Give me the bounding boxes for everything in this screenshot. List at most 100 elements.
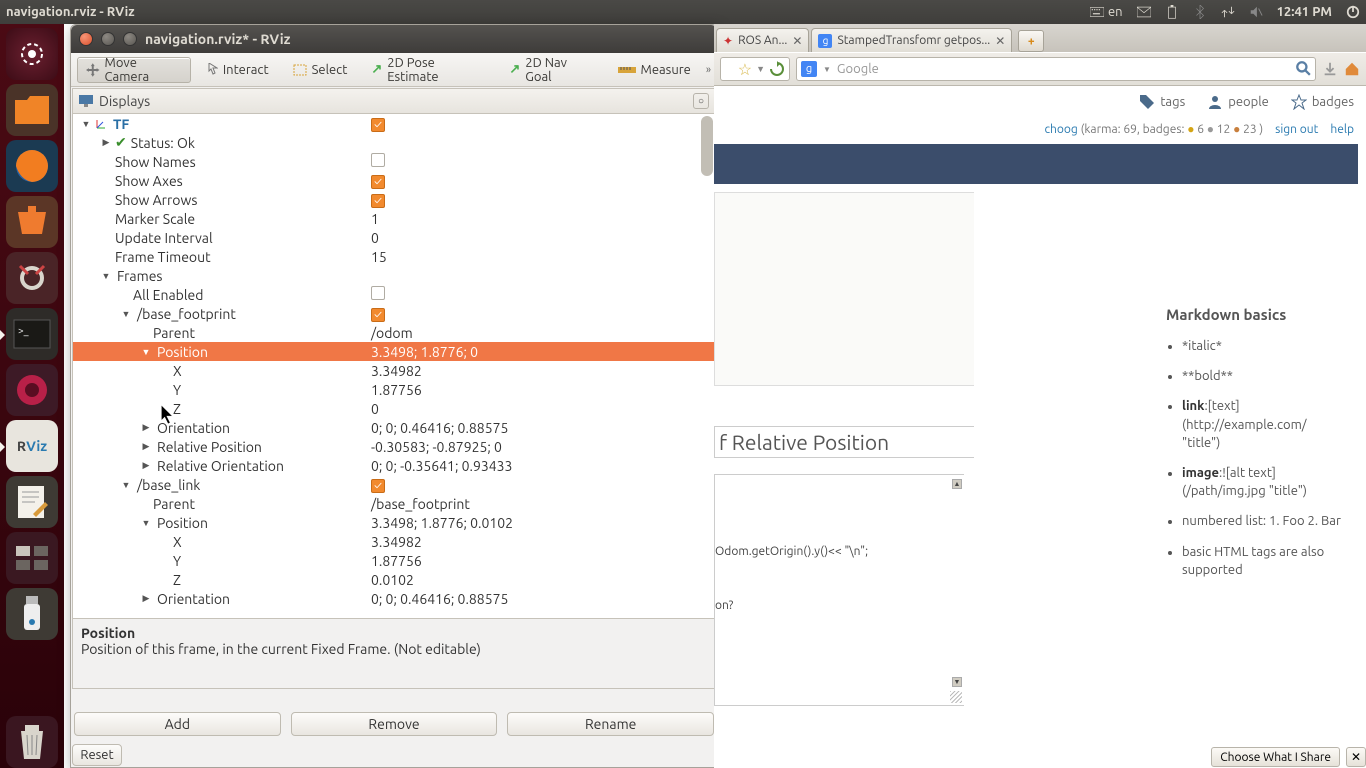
mail-indicator[interactable]	[1137, 5, 1151, 19]
signout-link[interactable]: sign out	[1275, 123, 1318, 136]
bf-relori-label: Relative Orientation	[157, 458, 284, 474]
desktop-top-bar: navigation.rviz - RViz en 12:41 PM	[0, 0, 1366, 24]
base-footprint-checkbox[interactable]	[371, 308, 385, 322]
usb-creator-icon[interactable]	[6, 588, 58, 640]
nav-goal-button[interactable]: ↗2D Nav Goal	[500, 57, 602, 83]
close-tab-icon[interactable]: ✕	[995, 34, 1005, 48]
marker-scale-value[interactable]: 1	[371, 211, 715, 227]
update-interval-value[interactable]: 0	[371, 230, 715, 246]
software-center-icon[interactable]	[6, 196, 58, 248]
search-field[interactable]: g▼ Google	[796, 57, 1316, 81]
unity-launcher: >_ RViz	[0, 24, 64, 768]
marker-scale-label: Marker Scale	[115, 211, 195, 227]
page-scrollbar[interactable]	[1352, 86, 1364, 768]
network-indicator[interactable]	[1221, 5, 1235, 19]
select-button[interactable]: Select	[284, 57, 357, 83]
displays-label: Displays	[99, 93, 150, 109]
panel-close-icon[interactable]: ○	[693, 93, 709, 109]
rviz-title: navigation.rviz* - RViz	[145, 31, 290, 47]
keyboard-indicator[interactable]: en	[1090, 5, 1123, 19]
reload-icon[interactable]	[769, 61, 785, 77]
bluetooth-indicator[interactable]	[1193, 5, 1207, 19]
close-tab-icon[interactable]: ✕	[792, 34, 802, 48]
add-button[interactable]: Add	[74, 712, 281, 736]
rviz-toolbar: Move Camera Interact Select ↗2D Pose Est…	[71, 53, 717, 87]
tree-scrollbar[interactable]	[701, 116, 713, 616]
badges-link[interactable]: badges	[1291, 94, 1354, 110]
markdown-help-sidebar: Markdown basics *italic* **bold** link:[…	[1166, 306, 1346, 591]
close-share-button[interactable]: ✕	[1346, 747, 1366, 767]
gedit-icon[interactable]	[6, 476, 58, 528]
displays-tree[interactable]: ▼TF ▶✔Status: Ok Show Names Show Axes Sh…	[72, 114, 716, 619]
base-link-checkbox[interactable]	[371, 479, 385, 493]
md-list: numbered list: 1. Foo 2. Bar	[1182, 512, 1346, 530]
base-footprint-label: /base_footprint	[137, 306, 236, 322]
sound-indicator[interactable]	[1249, 5, 1263, 19]
tab-google-search[interactable]: gStampedTransfomr getpos...✕	[811, 28, 1012, 52]
question-body-editor[interactable]: Odom.getOrigin().y()<< "\n"; on? ▲ ▼	[714, 474, 964, 706]
tab-ros-answers[interactable]: ✦ROS An...✕	[716, 28, 809, 52]
google-icon: g	[801, 61, 817, 77]
firefox-icon[interactable]	[6, 140, 58, 192]
people-link[interactable]: people	[1207, 94, 1269, 110]
toolbar-overflow-icon[interactable]: »	[706, 64, 711, 76]
cheese-icon[interactable]	[6, 364, 58, 416]
window-minimize-button[interactable]	[101, 32, 115, 46]
status-ok-icon: ✔	[115, 134, 127, 151]
question-title-input[interactable]: f Relative Position	[714, 426, 974, 458]
downloads-icon[interactable]	[1322, 61, 1338, 77]
tags-link[interactable]: tags	[1139, 94, 1185, 110]
displays-panel-header[interactable]: Displays ○	[72, 88, 716, 114]
window-maximize-button[interactable]	[123, 32, 137, 46]
rviz-titlebar[interactable]: navigation.rviz* - RViz	[71, 25, 717, 53]
resize-handle[interactable]	[950, 691, 962, 703]
new-tab-button[interactable]: +	[1018, 30, 1044, 52]
choose-share-button[interactable]: Choose What I Share	[1211, 747, 1340, 767]
show-axes-label: Show Axes	[115, 173, 183, 189]
settings-icon[interactable]	[6, 252, 58, 304]
frame-timeout-value[interactable]: 15	[371, 249, 715, 265]
rviz-icon[interactable]: RViz	[6, 420, 58, 472]
tf-checkbox[interactable]	[371, 118, 385, 132]
home-icon[interactable]	[1344, 61, 1360, 77]
content-box	[714, 192, 974, 386]
session-indicator[interactable]	[1346, 5, 1360, 19]
tab-strip: ✦ROS An...✕ gStampedTransfomr getpos...✕…	[714, 24, 1366, 52]
bf-parent-value: /odom	[371, 325, 715, 341]
pose-estimate-button[interactable]: ↗2D Pose Estimate	[362, 57, 494, 83]
frames-label: Frames	[117, 268, 163, 284]
dash-icon[interactable]	[6, 28, 58, 80]
window-close-button[interactable]	[79, 32, 93, 46]
show-arrows-label: Show Arrows	[115, 192, 197, 208]
workspace-switcher-icon[interactable]	[6, 532, 58, 584]
battery-indicator[interactable]	[1165, 5, 1179, 19]
all-enabled-checkbox[interactable]	[371, 286, 385, 300]
trash-icon[interactable]	[6, 716, 58, 768]
measure-button[interactable]: Measure	[609, 57, 700, 83]
remove-button[interactable]: Remove	[291, 712, 498, 736]
username-link[interactable]: choog	[1044, 123, 1077, 136]
show-arrows-checkbox[interactable]	[371, 194, 385, 208]
md-link: link:[text](http://example.com/ "title")	[1182, 397, 1346, 452]
status-label: Status: Ok	[131, 135, 195, 151]
help-link[interactable]: help	[1330, 123, 1354, 136]
terminal-icon[interactable]: >_	[6, 308, 58, 360]
reset-button[interactable]: Reset	[72, 744, 122, 766]
interact-button[interactable]: Interact	[197, 57, 278, 83]
clock[interactable]: 12:41 PM	[1277, 5, 1332, 19]
show-axes-checkbox[interactable]	[371, 175, 385, 189]
selected-row[interactable]: ▼Position3.3498; 1.8776; 0	[73, 342, 715, 361]
url-field[interactable]: ☆▼	[720, 57, 790, 81]
bf-z-value: 0	[371, 401, 715, 417]
editor-scrollbar[interactable]: ▲ ▼	[952, 479, 962, 687]
bl-y-value: 1.87756	[371, 553, 715, 569]
search-icon[interactable]	[1295, 60, 1311, 76]
bf-orientation-label: Orientation	[157, 420, 230, 436]
files-icon[interactable]	[6, 84, 58, 136]
bf-relpos-label: Relative Position	[157, 439, 262, 455]
show-names-checkbox[interactable]	[371, 153, 385, 167]
rviz-window: navigation.rviz* - RViz Move Camera Inte…	[70, 24, 718, 768]
move-camera-button[interactable]: Move Camera	[77, 57, 191, 83]
bf-position-value: 3.3498; 1.8776; 0	[371, 344, 715, 360]
rename-button[interactable]: Rename	[507, 712, 714, 736]
